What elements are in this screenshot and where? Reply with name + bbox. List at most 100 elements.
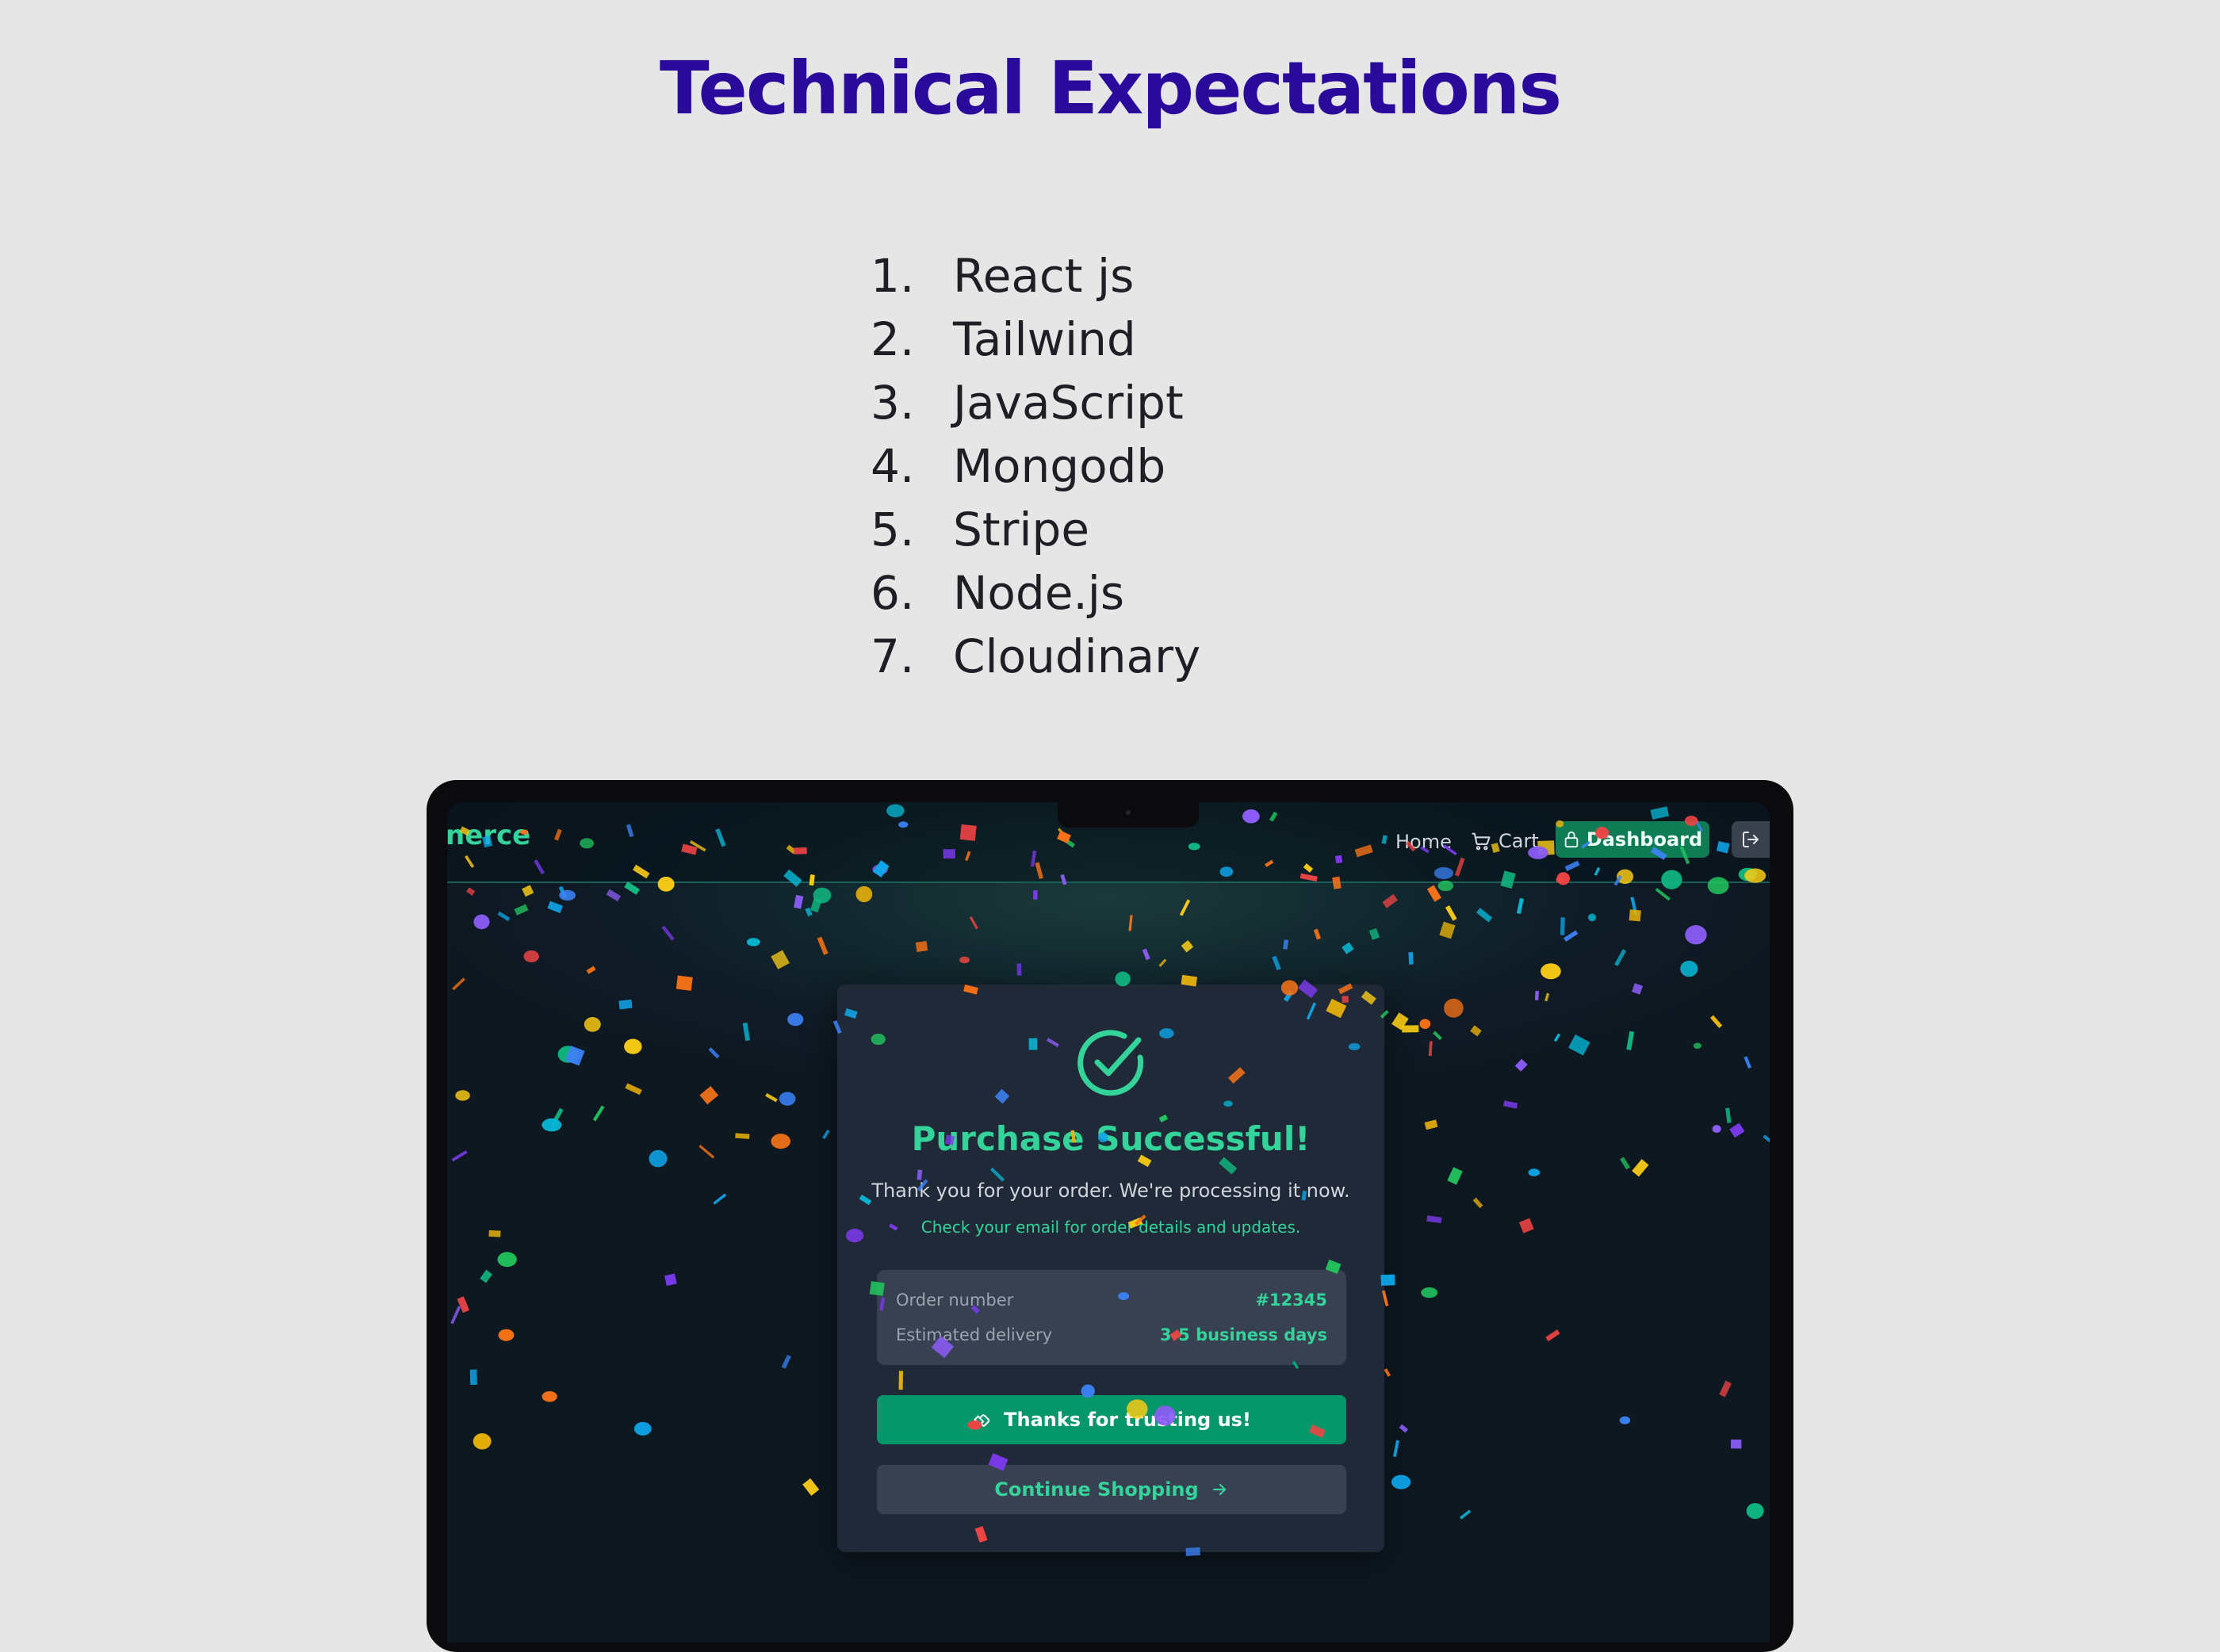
confetti-piece [523, 950, 539, 963]
list-item: 5. Stripe [871, 498, 1200, 561]
confetti-piece [558, 885, 568, 899]
confetti-piece [1564, 930, 1579, 942]
confetti-piece [514, 904, 529, 916]
camera-icon [1126, 810, 1131, 815]
nav-cart-link[interactable]: Cart [1470, 828, 1539, 855]
list-number: 6. [871, 566, 915, 620]
confetti-piece [1433, 1031, 1442, 1041]
confetti-piece [1142, 948, 1150, 961]
confetti-piece [1719, 1380, 1732, 1398]
list-item: 3. JavaScript [871, 371, 1200, 434]
confetti-piece [547, 901, 563, 913]
confetti-piece [699, 1085, 719, 1105]
confetti-piece [550, 1107, 564, 1126]
confetti-piece [1313, 928, 1321, 940]
confetti-piece [1391, 1474, 1411, 1489]
dashboard-button[interactable]: Dashboard [1556, 821, 1709, 858]
confetti-piece [625, 1083, 642, 1096]
confetti-piece [624, 1038, 642, 1054]
confetti-piece [794, 894, 804, 909]
confetti-piece [1419, 1019, 1431, 1029]
confetti-piece [1614, 949, 1627, 966]
list-item: 4. Mongodb [871, 434, 1200, 498]
list-item: 1. React js [871, 244, 1200, 308]
confetti-piece [1544, 992, 1550, 1002]
confetti-piece [455, 1090, 470, 1101]
confetti-piece [1447, 1167, 1463, 1185]
delivery-row: Estimated delivery 3-5 business days [896, 1325, 1327, 1344]
confetti-piece [522, 885, 534, 897]
confetti-piece [746, 938, 760, 946]
confetti-piece [1503, 1100, 1518, 1109]
tech-list: 1. React js 2. Tailwind 3. JavaScript 4. Mon… [871, 244, 1200, 688]
thanks-button[interactable]: Thanks for trusting us! [877, 1395, 1346, 1444]
laptop-screen: nerce Home Cart Dashboard Purchase Succe… [447, 802, 1770, 1642]
confetti-piece [1528, 1168, 1541, 1176]
confetti-piece [624, 881, 641, 895]
confetti-piece [765, 1092, 778, 1103]
list-number: 7. [871, 629, 915, 683]
list-number: 2. [871, 312, 915, 366]
confetti-piece [1470, 1025, 1482, 1037]
brand-logo[interactable]: nerce [447, 820, 530, 851]
list-item: 2. Tailwind [871, 308, 1200, 371]
confetti-piece [1426, 1215, 1442, 1224]
nav-home-link[interactable]: Home [1395, 831, 1452, 853]
confetti-piece [1402, 1025, 1419, 1033]
confetti-piece [452, 977, 465, 991]
confetti-piece [779, 1092, 796, 1106]
list-label: Mongodb [953, 439, 1166, 493]
logout-button[interactable] [1732, 821, 1770, 858]
page-title: Technical Expectations [659, 46, 1562, 131]
order-number-row: Order number #12345 [896, 1291, 1327, 1310]
confetti-piece [1472, 1197, 1483, 1209]
confetti-piece [708, 1047, 720, 1059]
confetti-piece [565, 1046, 585, 1066]
order-number-label: Order number [896, 1291, 1014, 1310]
confetti-piece [817, 936, 829, 955]
confetti-piece [1685, 925, 1707, 945]
confetti-piece [542, 1118, 562, 1132]
success-message: Thank you for your order. We're processi… [871, 1180, 1350, 1202]
confetti-piece [1632, 1159, 1649, 1177]
confetti-piece [1158, 958, 1167, 967]
confetti-piece [1626, 1031, 1635, 1050]
confetti-piece [1444, 998, 1464, 1018]
confetti-piece [969, 916, 978, 930]
confetti-piece [1630, 897, 1638, 916]
confetti-piece [805, 907, 813, 917]
confetti-piece [713, 1193, 727, 1205]
confetti-piece [661, 925, 675, 941]
list-number: 1. [871, 249, 915, 303]
confetti-piece [1428, 1041, 1433, 1057]
laptop-frame: nerce Home Cart Dashboard Purchase Succe… [427, 780, 1793, 1652]
lock-icon [1564, 831, 1579, 848]
list-number: 5. [871, 503, 915, 556]
confetti-piece [1421, 1287, 1438, 1298]
confetti-piece [457, 1296, 470, 1314]
confetti-piece [466, 887, 476, 896]
confetti-piece [1680, 960, 1698, 977]
continue-shopping-button[interactable]: Continue Shopping [877, 1465, 1346, 1514]
check-circle-icon [1077, 1030, 1144, 1096]
confetti-piece [497, 1252, 517, 1268]
confetti-piece [699, 1145, 715, 1159]
logout-icon [1743, 832, 1759, 847]
confetti-piece [676, 975, 693, 991]
confetti-piece [1588, 913, 1597, 922]
confetti-piece [1399, 1424, 1409, 1433]
confetti-piece [1514, 1058, 1528, 1072]
confetti-piece [542, 1391, 557, 1402]
confetti-piece [1393, 1440, 1399, 1457]
list-label: Tailwind [953, 312, 1136, 366]
cart-icon [1472, 832, 1491, 851]
confetti-piece [1424, 1119, 1438, 1130]
confetti-piece [813, 887, 832, 904]
order-number-value: #12345 [1255, 1291, 1327, 1310]
confetti-piece [1033, 890, 1038, 900]
confetti-piece [1541, 963, 1561, 980]
confetti-piece [469, 1369, 477, 1385]
camera-notch [1058, 802, 1199, 828]
confetti-piece [557, 1046, 579, 1063]
list-label: Node.js [953, 566, 1125, 620]
